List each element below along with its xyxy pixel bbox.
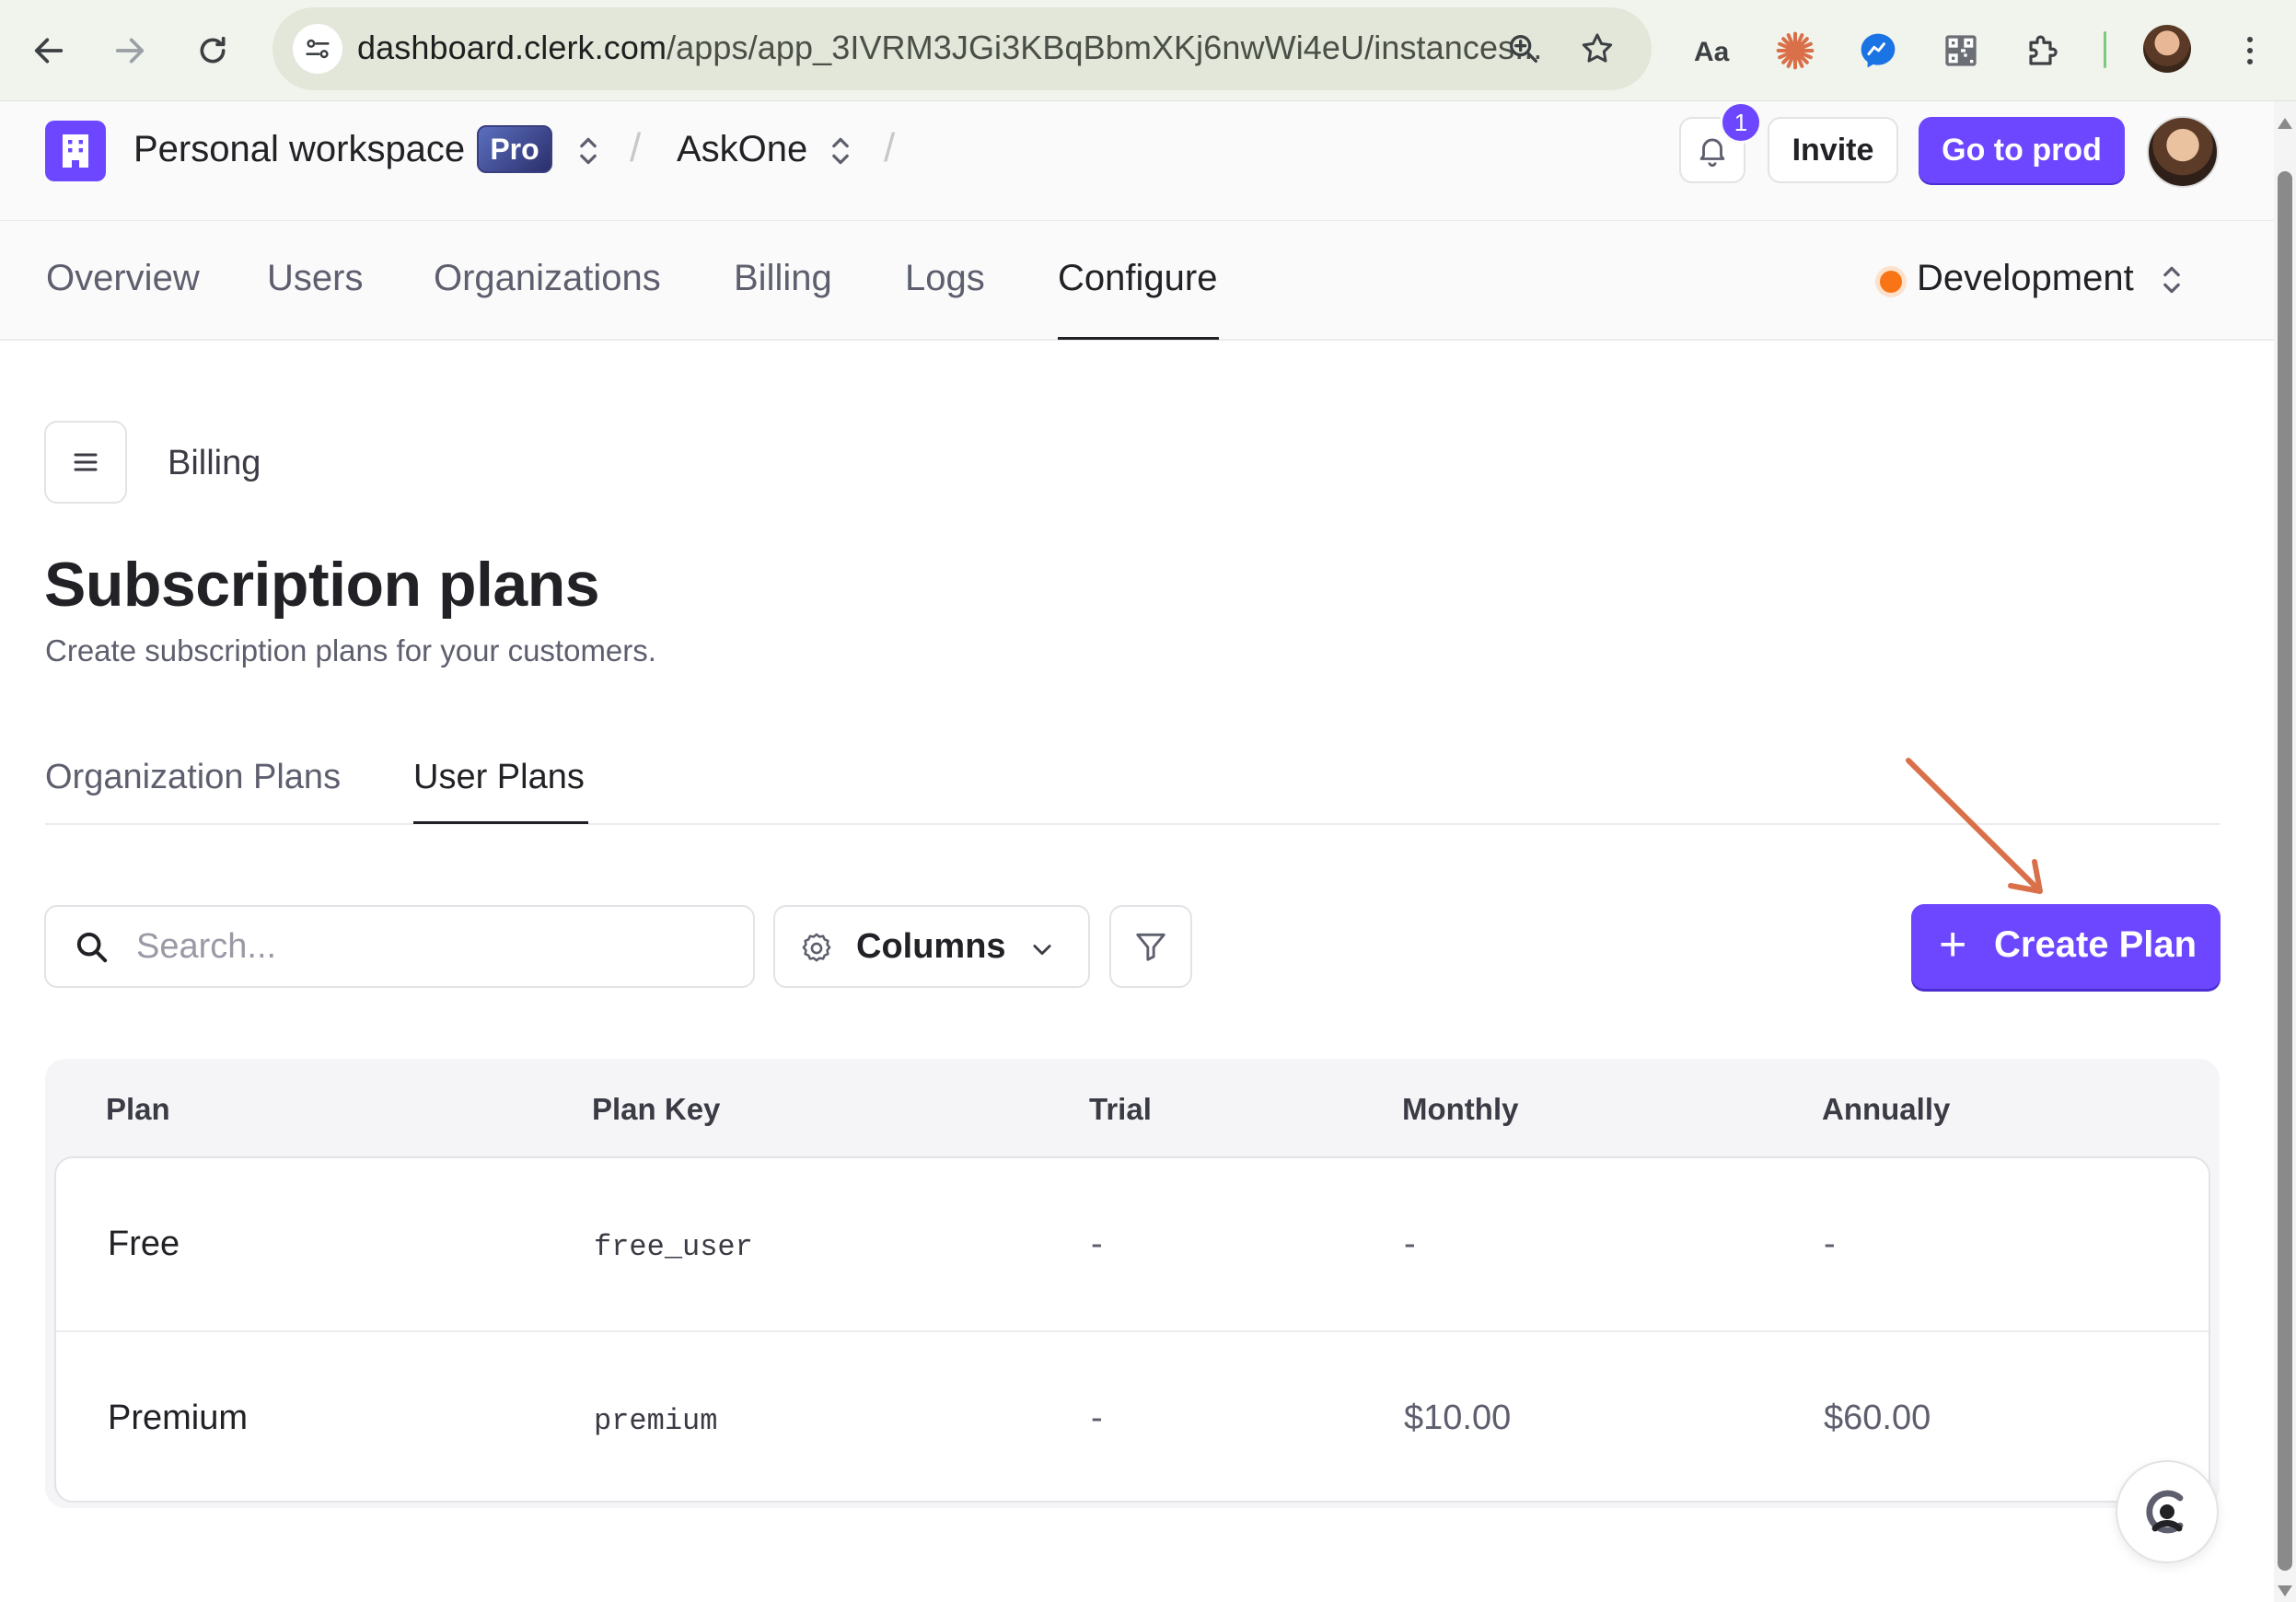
environment-status-dot	[1880, 271, 1902, 293]
create-plan-button[interactable]: + Create Plan	[1911, 904, 2221, 989]
chrome-menu-icon[interactable]	[2222, 23, 2278, 78]
plan-key: free_user	[594, 1230, 753, 1264]
chevron-down-icon	[1033, 945, 1051, 956]
scroll-thumb[interactable]	[2278, 171, 2292, 1571]
filter-icon	[1136, 933, 1165, 961]
invite-button[interactable]: Invite	[1768, 117, 1898, 183]
search-input[interactable]	[136, 923, 725, 969]
bookmark-star-icon[interactable]	[1574, 26, 1620, 72]
columns-label: Columns	[856, 927, 1006, 966]
environment-chevron-icon[interactable]	[2158, 260, 2186, 300]
plans-table: Plan Plan Key Trial Monthly Annually Fre…	[45, 1059, 2220, 1508]
plan-monthly: $10.00	[1404, 1399, 1512, 1437]
reader-mode-icon[interactable]: Aa	[1685, 23, 1740, 78]
active-subtab-indicator	[413, 821, 588, 824]
hamburger-icon	[74, 453, 98, 471]
tab-organizations[interactable]: Organizations	[434, 258, 661, 299]
clerk-logo-icon	[2146, 1490, 2184, 1534]
create-plan-label: Create Plan	[1994, 924, 2197, 965]
claude-icon[interactable]	[1768, 23, 1823, 78]
reload-icon[interactable]	[182, 20, 243, 81]
plan-name: Premium	[108, 1399, 249, 1437]
extensions-puzzle-icon[interactable]	[2016, 23, 2071, 78]
back-icon[interactable]	[18, 20, 79, 81]
browser-toolbar: dashboard.clerk.com/apps/app_3IVRM3JGi3K…	[0, 0, 2296, 101]
forward-icon[interactable]	[99, 20, 160, 81]
url-path: /apps/app_3IVRM3JGi3KBqBbmXKj6nwWi4eU/in…	[667, 29, 1543, 66]
toolbar-divider	[2104, 31, 2106, 68]
column-header-monthly[interactable]: Monthly	[1402, 1092, 1518, 1127]
plan-name: Free	[108, 1225, 180, 1263]
url-text: dashboard.clerk.com/apps/app_3IVRM3JGi3K…	[357, 29, 1543, 67]
app-switcher-chevron-icon[interactable]	[827, 131, 854, 171]
tab-user-plans[interactable]: User Plans	[413, 758, 585, 797]
search-icon	[76, 932, 108, 963]
table-row[interactable]: Premium premium - $10.00 $60.00	[56, 1330, 2209, 1501]
pro-badge: Pro	[477, 125, 552, 173]
site-settings-icon[interactable]	[293, 24, 342, 74]
columns-button[interactable]: Columns	[773, 905, 1090, 988]
plan-trial: -	[1091, 1399, 1103, 1437]
tab-billing[interactable]: Billing	[734, 258, 832, 299]
column-header-plan-key[interactable]: Plan Key	[592, 1092, 720, 1127]
zoom-icon[interactable]	[1501, 26, 1547, 72]
go-to-prod-button[interactable]: Go to prod	[1919, 117, 2125, 183]
tab-logs[interactable]: Logs	[905, 258, 985, 299]
tabs-divider	[45, 823, 2220, 825]
page-breadcrumb: Billing	[168, 444, 261, 482]
app-name[interactable]: AskOne	[677, 129, 807, 170]
address-bar[interactable]: dashboard.clerk.com/apps/app_3IVRM3JGi3K…	[273, 7, 1652, 90]
plan-annually: -	[1824, 1225, 1836, 1263]
svg-text:Aa: Aa	[1694, 37, 1730, 67]
column-header-trial[interactable]: Trial	[1089, 1092, 1152, 1127]
workspace-building-icon[interactable]	[45, 121, 106, 181]
plan-annually: $60.00	[1824, 1399, 1931, 1437]
table-body: Free free_user - - - Premium premium - $…	[54, 1156, 2210, 1503]
app-header: Personal workspace Pro / AskOne / 1 Invi…	[0, 101, 2274, 221]
table-row[interactable]: Free free_user - - -	[56, 1158, 2209, 1330]
page-subtitle: Create subscription plans for your custo…	[45, 633, 656, 668]
tab-configure[interactable]: Configure	[1058, 258, 1217, 299]
plan-monthly: -	[1404, 1225, 1416, 1263]
plus-icon: +	[1939, 918, 1967, 971]
user-avatar[interactable]	[2147, 116, 2219, 188]
scroll-down-arrow-icon[interactable]	[2278, 1585, 2292, 1596]
search-box[interactable]	[44, 905, 755, 988]
url-host: dashboard.clerk.com	[357, 29, 667, 66]
filter-button[interactable]	[1109, 905, 1192, 988]
column-header-plan[interactable]: Plan	[106, 1092, 170, 1127]
breadcrumb-separator: /	[630, 125, 642, 170]
active-tab-indicator	[1058, 337, 1219, 340]
bell-icon	[1699, 138, 1725, 167]
plan-trial: -	[1091, 1225, 1103, 1263]
page-scrollbar[interactable]	[2274, 101, 2296, 1602]
page-title: Subscription plans	[44, 550, 600, 620]
breadcrumb-separator: /	[884, 125, 896, 170]
browser-profile-avatar[interactable]	[2143, 25, 2191, 73]
workspace-name[interactable]: Personal workspace	[133, 129, 465, 170]
tab-organization-plans[interactable]: Organization Plans	[45, 758, 341, 797]
notification-count-badge: 1	[1720, 101, 1762, 144]
primary-nav: Overview Users Organizations Billing Log…	[0, 221, 2274, 341]
help-widget-button[interactable]	[2116, 1460, 2219, 1563]
environment-selector[interactable]: Development	[1917, 258, 2134, 299]
tab-overview[interactable]: Overview	[46, 258, 200, 299]
gear-icon	[802, 933, 831, 962]
annotation-arrow	[1906, 758, 2043, 894]
qr-code-icon[interactable]	[1933, 23, 1989, 78]
workspace-switcher-chevron-icon[interactable]	[574, 131, 602, 171]
scroll-up-arrow-icon[interactable]	[2278, 118, 2292, 129]
plan-key: premium	[594, 1404, 718, 1438]
messenger-icon[interactable]	[1850, 23, 1906, 78]
sidebar-menu-button[interactable]	[44, 421, 127, 504]
column-header-annually[interactable]: Annually	[1822, 1092, 1950, 1127]
tab-users[interactable]: Users	[267, 258, 363, 299]
